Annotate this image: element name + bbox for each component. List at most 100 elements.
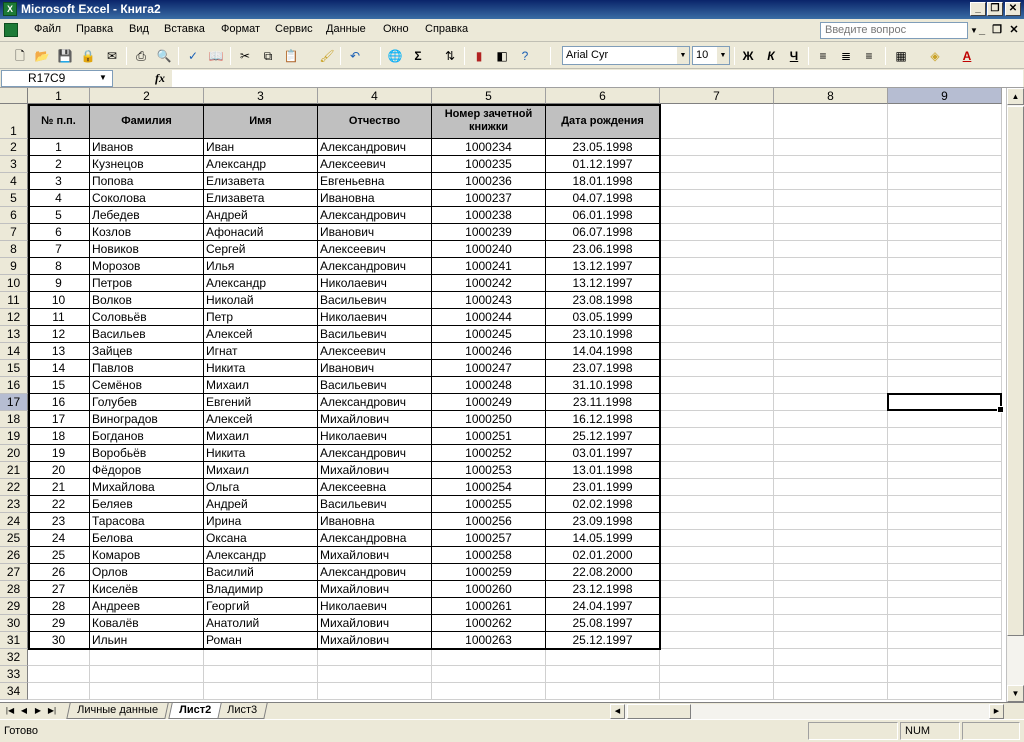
cell-name[interactable]: Иван — [204, 139, 318, 156]
prev-sheet-button[interactable]: ◀ — [18, 704, 30, 718]
cell-name[interactable]: Афонасий — [204, 224, 318, 241]
cell-birth-date[interactable]: 23.12.1998 — [546, 581, 660, 598]
cell-surname[interactable]: Михайлова — [90, 479, 204, 496]
cell-surname[interactable]: Беляев — [90, 496, 204, 513]
document-icon[interactable] — [4, 23, 18, 37]
row-header-23[interactable]: 23 — [0, 496, 28, 513]
empty-cell[interactable] — [660, 377, 774, 394]
empty-cell[interactable] — [660, 615, 774, 632]
cell-patronymic[interactable]: Михайлович — [318, 547, 432, 564]
cell-num[interactable]: 23 — [28, 513, 90, 530]
align-center-icon[interactable]: ≣ — [836, 46, 856, 66]
empty-cell[interactable] — [888, 258, 1002, 275]
empty-cell[interactable] — [660, 496, 774, 513]
cell-num[interactable]: 12 — [28, 326, 90, 343]
cell-surname[interactable]: Соколова — [90, 190, 204, 207]
paste-icon[interactable]: 📋 — [281, 46, 301, 66]
empty-cell[interactable] — [774, 139, 888, 156]
worksheet-grid[interactable]: 1 2 3 4 5 6 7 8 9 1 2 3 4 5 6 7 8 9 10 11 12 13 14 15 16 17 18 19 20… — [0, 88, 1006, 702]
row-header-16[interactable]: 16 — [0, 377, 28, 394]
empty-cell[interactable] — [774, 564, 888, 581]
empty-cell[interactable] — [318, 666, 432, 683]
row-header-1[interactable]: 1 — [0, 104, 28, 139]
empty-cell[interactable] — [888, 241, 1002, 258]
row-header-13[interactable]: 13 — [0, 326, 28, 343]
empty-cell[interactable] — [432, 649, 546, 666]
row-header-14[interactable]: 14 — [0, 343, 28, 360]
empty-cell[interactable] — [888, 377, 1002, 394]
empty-cell[interactable] — [774, 683, 888, 700]
cell-patronymic[interactable]: Александрович — [318, 258, 432, 275]
cell-record-book[interactable]: 1000237 — [432, 190, 546, 207]
cell-record-book[interactable]: 1000239 — [432, 224, 546, 241]
empty-cell[interactable] — [660, 462, 774, 479]
cell-name[interactable]: Андрей — [204, 207, 318, 224]
cell-num[interactable]: 11 — [28, 309, 90, 326]
cell-record-book[interactable]: 1000252 — [432, 445, 546, 462]
cell-birth-date[interactable]: 25.12.1997 — [546, 632, 660, 649]
cell-num[interactable]: 2 — [28, 156, 90, 173]
cell-name[interactable]: Александр — [204, 156, 318, 173]
menu-edit[interactable]: Правка — [76, 23, 113, 35]
chevron-down-icon[interactable]: ▼ — [677, 47, 689, 64]
cell-surname[interactable]: Кузнецов — [90, 156, 204, 173]
cell-record-book[interactable]: 1000253 — [432, 462, 546, 479]
cell-record-book[interactable]: 1000260 — [432, 581, 546, 598]
close-button[interactable]: ✕ — [1005, 2, 1021, 16]
row-header-24[interactable]: 24 — [0, 513, 28, 530]
empty-cell[interactable] — [660, 547, 774, 564]
row-header-27[interactable]: 27 — [0, 564, 28, 581]
cell-patronymic[interactable]: Ивановна — [318, 513, 432, 530]
empty-cell[interactable] — [888, 649, 1002, 666]
empty-cell[interactable] — [432, 666, 546, 683]
print-preview-icon[interactable]: 🔍 — [154, 46, 174, 66]
cell-surname[interactable]: Голубев — [90, 394, 204, 411]
cell-patronymic[interactable]: Алексеевич — [318, 241, 432, 258]
cell-name[interactable]: Георгий — [204, 598, 318, 615]
doc-minimize-button[interactable]: _ — [975, 23, 989, 37]
empty-cell[interactable] — [888, 496, 1002, 513]
cell-name[interactable]: Елизавета — [204, 190, 318, 207]
cell-surname[interactable]: Волков — [90, 292, 204, 309]
column-header-8[interactable]: 8 — [774, 88, 888, 104]
cell-record-book[interactable]: 1000249 — [432, 394, 546, 411]
align-right-icon[interactable]: ≡ — [859, 46, 879, 66]
cell-birth-date[interactable]: 24.04.1997 — [546, 598, 660, 615]
cell-name[interactable]: Владимир — [204, 581, 318, 598]
empty-cell[interactable] — [774, 309, 888, 326]
chart-wizard-icon[interactable]: ▮ — [469, 46, 489, 66]
row-header-9[interactable]: 9 — [0, 258, 28, 275]
empty-cell[interactable] — [888, 292, 1002, 309]
cell-surname[interactable]: Соловьёв — [90, 309, 204, 326]
restore-button[interactable]: ❐ — [987, 2, 1003, 16]
fill-color-icon[interactable]: ◈ — [925, 46, 945, 66]
row-header-20[interactable]: 20 — [0, 445, 28, 462]
scroll-right-button[interactable]: ▶ — [989, 704, 1004, 719]
font-color-icon[interactable]: A — [957, 46, 977, 66]
horizontal-scroll-thumb[interactable] — [627, 704, 691, 719]
cell-patronymic[interactable]: Александровна — [318, 530, 432, 547]
cell-name[interactable]: Александр — [204, 275, 318, 292]
cell-record-book[interactable]: 1000240 — [432, 241, 546, 258]
cell-num[interactable]: 28 — [28, 598, 90, 615]
empty-cell[interactable] — [660, 530, 774, 547]
cell-birth-date[interactable]: 13.12.1997 — [546, 258, 660, 275]
sheet-tab-sheet2[interactable]: Лист2 — [168, 703, 222, 719]
first-sheet-button[interactable]: |◀ — [4, 704, 16, 718]
scroll-up-button[interactable]: ▲ — [1007, 88, 1024, 105]
cell-surname[interactable]: Ильин — [90, 632, 204, 649]
cell-name[interactable]: Ирина — [204, 513, 318, 530]
cell-name[interactable]: Василий — [204, 564, 318, 581]
empty-cell[interactable] — [660, 156, 774, 173]
cell-surname[interactable]: Иванов — [90, 139, 204, 156]
cell-surname[interactable]: Павлов — [90, 360, 204, 377]
autosum-icon[interactable]: Σ — [408, 46, 428, 66]
cell-surname[interactable]: Фёдоров — [90, 462, 204, 479]
cell-record-book[interactable]: 1000248 — [432, 377, 546, 394]
empty-cell[interactable] — [660, 394, 774, 411]
cell-surname[interactable]: Семёнов — [90, 377, 204, 394]
vertical-scroll-thumb[interactable] — [1007, 106, 1024, 636]
cell-patronymic[interactable]: Николаевич — [318, 275, 432, 292]
row-header-3[interactable]: 3 — [0, 156, 28, 173]
empty-cell[interactable] — [660, 309, 774, 326]
